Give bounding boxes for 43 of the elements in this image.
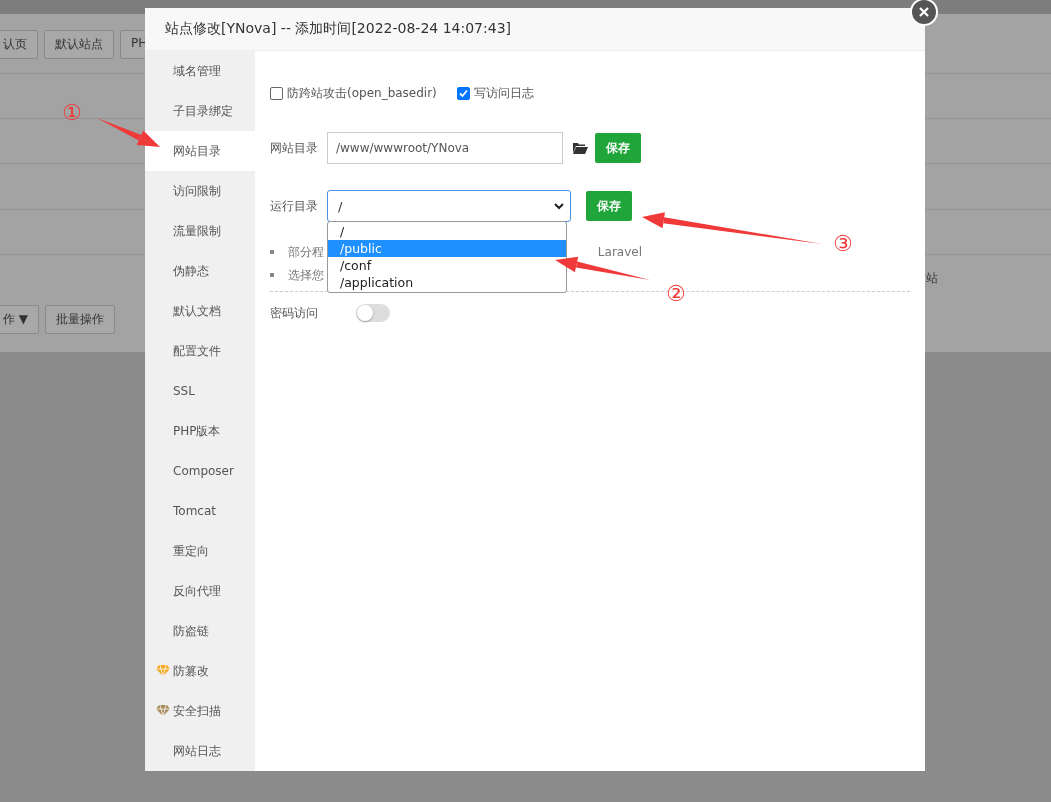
directory-input[interactable]: /www/wwwroot/YNova xyxy=(327,132,563,164)
sidebar-item[interactable]: SSL xyxy=(145,371,255,411)
sidebar-item[interactable]: 防篡改 xyxy=(145,651,255,691)
sidebar-item[interactable]: Composer xyxy=(145,451,255,491)
field-label: 网站目录 xyxy=(270,139,319,157)
close-icon xyxy=(919,7,929,17)
annotation-arrow xyxy=(97,118,160,147)
annotation-number: ③ xyxy=(833,231,853,256)
dropdown-option[interactable]: /application xyxy=(328,274,566,291)
sidebar-item[interactable]: 配置文件 xyxy=(145,331,255,371)
checkbox[interactable] xyxy=(270,86,283,100)
hint-text: 部分程 xyxy=(288,243,324,261)
chevron-down-icon xyxy=(554,202,564,210)
sidebar-item[interactable]: 重定向 xyxy=(145,531,255,571)
hint-text: Laravel xyxy=(597,245,642,259)
sidebar-item[interactable]: 访问限制 xyxy=(145,171,255,211)
sidebar-item[interactable]: 网站目录 xyxy=(145,131,255,171)
checkbox-option[interactable]: 防跨站攻击(open_basedir) xyxy=(270,84,437,102)
checkbox-option[interactable]: 写访问日志 xyxy=(456,84,534,102)
sidebar-item[interactable]: 伪静态 xyxy=(145,251,255,291)
sidebar-item[interactable]: 子目录绑定 xyxy=(145,91,255,131)
bullet-icon xyxy=(270,250,274,254)
toggle-switch[interactable] xyxy=(356,304,390,322)
dialog-title: 站点修改[YNova] -- 添加时间[2022-08-24 14:07:43] xyxy=(165,20,511,38)
sidebar-item[interactable]: 流量限制 xyxy=(145,211,255,251)
folder-icon xyxy=(573,142,588,154)
sidebar-item[interactable]: 安全扫描 xyxy=(145,691,255,731)
sidebar-item[interactable]: 反向代理 xyxy=(145,571,255,611)
bullet-icon xyxy=(270,273,274,277)
sidebar-item[interactable]: 网站日志 xyxy=(145,731,255,771)
field-label: 密码访问 xyxy=(270,304,319,322)
sidebar-item[interactable]: PHP版本 xyxy=(145,411,255,451)
annotation-number: ② xyxy=(666,281,686,306)
sidebar-item[interactable]: Tomcat xyxy=(145,491,255,531)
field-label: 运行目录 xyxy=(270,197,319,215)
annotation-number: ① xyxy=(62,100,82,125)
dropdown-option[interactable]: / xyxy=(328,223,566,240)
hint-text: 选择您 xyxy=(288,266,324,284)
checkbox[interactable] xyxy=(456,86,470,100)
sidebar-item[interactable]: 默认文档 xyxy=(145,291,255,331)
sidebar-item[interactable]: 防盗链 xyxy=(145,611,255,651)
dropdown-option[interactable]: /conf xyxy=(328,257,566,274)
background-text: 站 xyxy=(926,270,938,287)
